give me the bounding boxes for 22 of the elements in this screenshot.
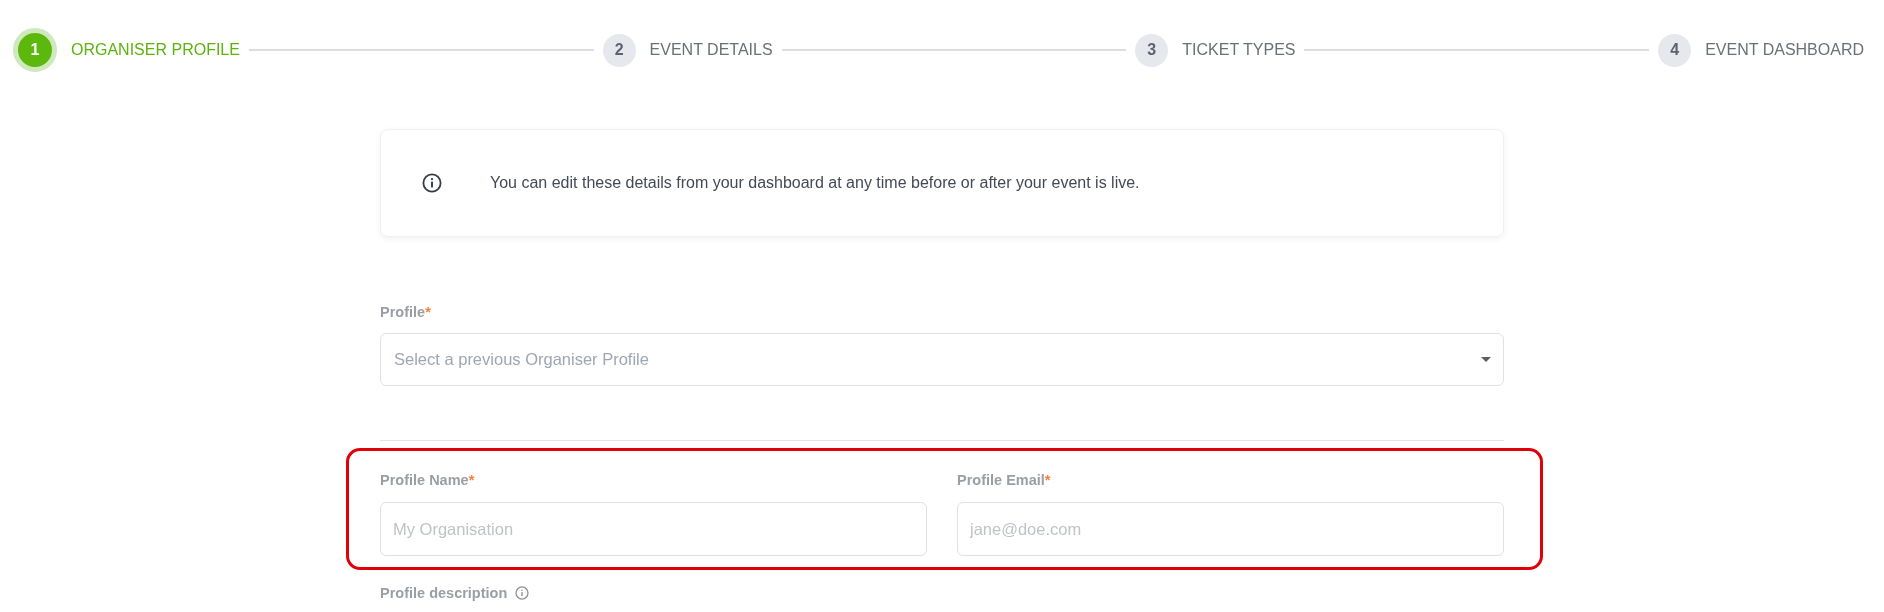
field-label: Profile Name (380, 472, 469, 488)
caret-icon (1481, 357, 1491, 362)
text-field[interactable]: jane@doe.com (957, 502, 1504, 556)
step-label[interactable]: EVENT DASHBOARD (1705, 41, 1864, 59)
profile-dropdown[interactable]: Select a previous Organiser Profile (380, 333, 1504, 386)
step-label[interactable]: ORGANISER PROFILE (71, 41, 240, 59)
notice-text: You can edit these details from your dashboard at any time before or after your event is live. (490, 174, 1140, 192)
required-mark: * (468, 472, 475, 488)
step-number[interactable]: 3 (1135, 33, 1169, 67)
info-icon (422, 173, 442, 193)
step-label[interactable]: EVENT DETAILS (649, 41, 773, 59)
field-label: Profile Email (957, 472, 1045, 488)
step-number[interactable]: 1 (13, 28, 57, 72)
field-label: Profile description (380, 585, 508, 601)
required-mark: * (425, 304, 431, 320)
step-number[interactable]: 2 (602, 33, 636, 67)
info-icon (515, 586, 530, 600)
text-field[interactable]: My Organisation (380, 502, 927, 556)
step-label[interactable]: TICKET TYPES (1182, 41, 1296, 59)
required-mark: * (1044, 472, 1051, 488)
field-label: Profile (380, 304, 426, 320)
step-number[interactable]: 4 (1658, 33, 1692, 67)
